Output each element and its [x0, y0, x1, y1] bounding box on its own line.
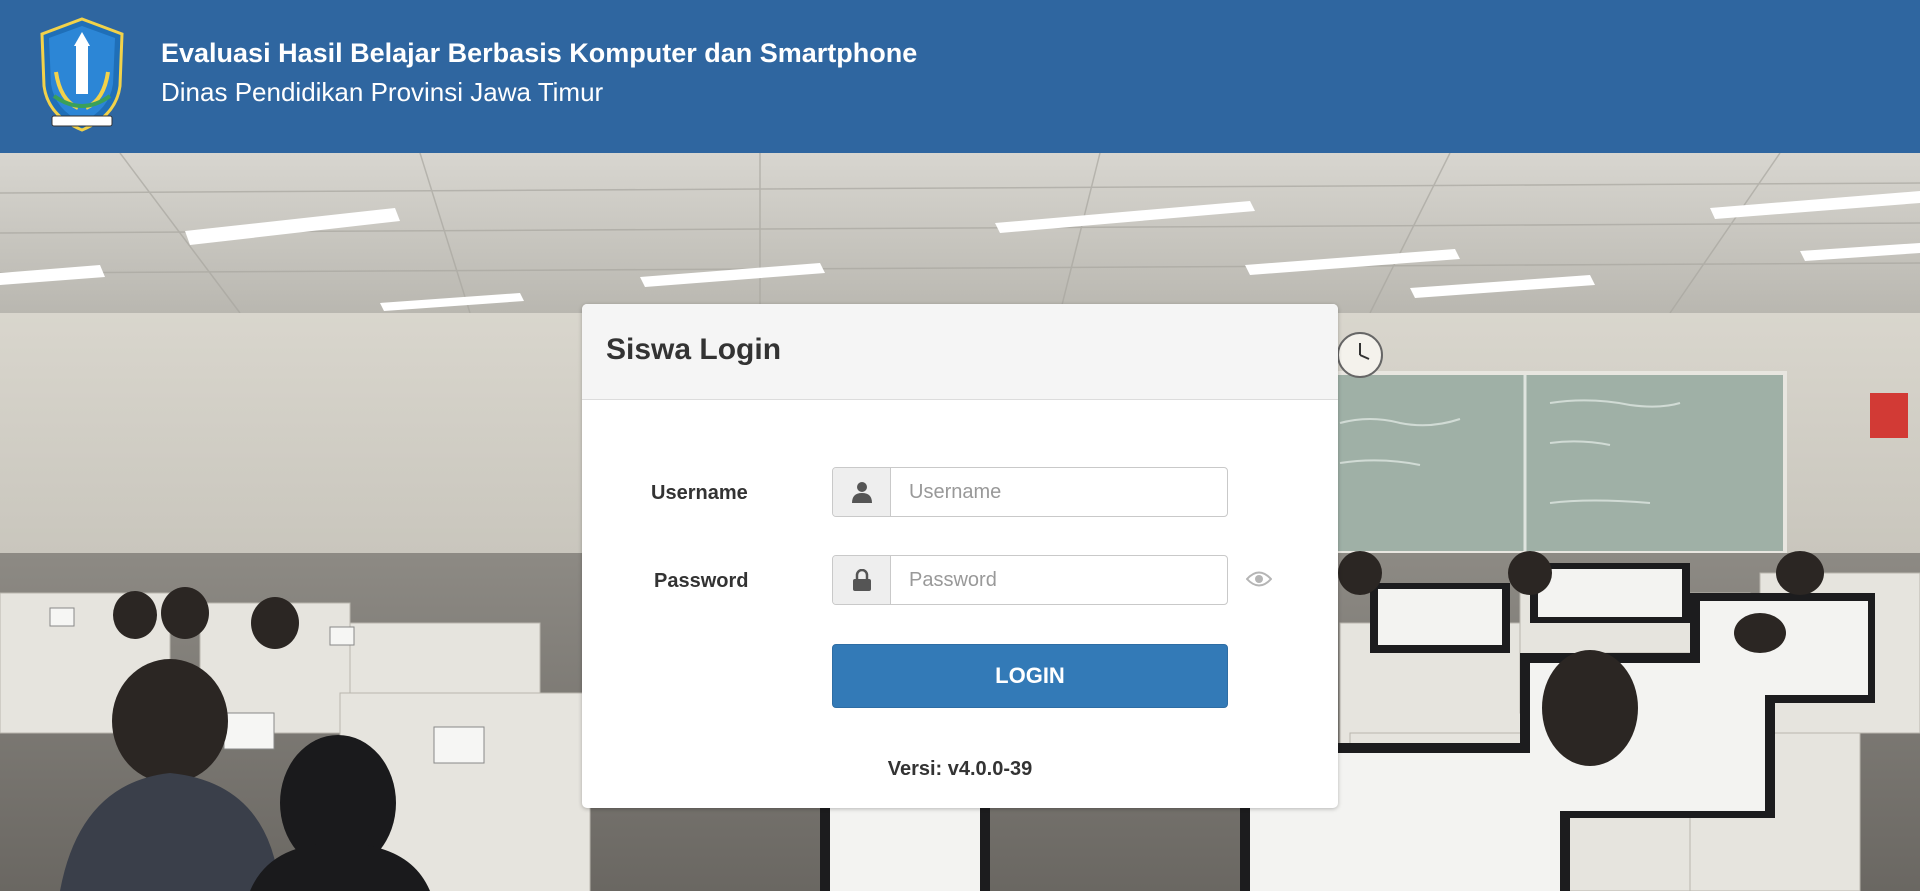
- password-input-group: [832, 555, 1228, 605]
- login-button[interactable]: LOGIN: [832, 644, 1228, 708]
- login-panel-heading: Siswa Login: [582, 304, 1338, 400]
- lock-icon: [833, 556, 891, 604]
- login-title: Siswa Login: [606, 333, 782, 366]
- header-subtitle: Dinas Pendidikan Provinsi Jawa Timur: [161, 77, 604, 107]
- username-label: Username: [651, 482, 748, 504]
- user-icon: [833, 468, 891, 516]
- east-java-emblem-icon: [40, 17, 124, 132]
- eye-icon[interactable]: [1246, 570, 1272, 588]
- version-text: Versi: v4.0.0-39: [887, 758, 1033, 780]
- header-title: Evaluasi Hasil Belajar Berbasis Komputer…: [161, 38, 918, 68]
- app-header: Evaluasi Hasil Belajar Berbasis Komputer…: [0, 0, 1920, 153]
- password-input[interactable]: [891, 556, 1227, 604]
- login-panel: Siswa Login Username Password LOGIN Vers…: [582, 304, 1338, 808]
- username-input[interactable]: [891, 468, 1227, 516]
- password-label: Password: [654, 570, 749, 592]
- username-input-group: [832, 467, 1228, 517]
